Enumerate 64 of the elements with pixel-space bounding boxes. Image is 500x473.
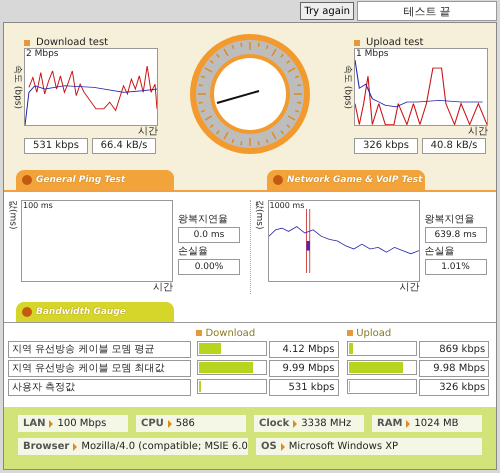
- info-value: 3338 MHz: [301, 418, 352, 429]
- axis-label: 1 Mbps: [356, 49, 388, 59]
- status-field: 테스트 끝: [357, 1, 497, 21]
- axis-label: 100 ms: [23, 201, 53, 210]
- section-tab[interactable]: Bandwidth Gauge: [16, 302, 174, 322]
- table-cell: 326 kbps: [419, 379, 490, 396]
- triangle-icon: [168, 420, 172, 428]
- info-label: OS: [261, 441, 277, 452]
- info-value: Mozilla/4.0 (compatible; MSIE 6.0: [81, 441, 248, 452]
- value-box: 531 kbps: [24, 138, 88, 154]
- triangle-icon: [406, 420, 410, 428]
- stat-label: 왕복지연율: [178, 213, 229, 226]
- info-value: 1024 MB: [414, 418, 459, 429]
- info-label: CPU: [141, 418, 164, 429]
- column-header: Upload: [347, 328, 492, 338]
- retry-button[interactable]: Try again: [300, 2, 354, 20]
- bullet-icon: [347, 330, 354, 336]
- value-box: 639.8 ms: [424, 227, 486, 243]
- table-cell: 869 kbps: [419, 341, 490, 358]
- axis-label: 시간: [153, 282, 173, 294]
- bullet-icon: [196, 330, 202, 336]
- axis-label: 시간: [138, 126, 158, 138]
- triangle-icon: [49, 420, 54, 428]
- axis-label: 값(ms): [254, 200, 265, 230]
- axis-label: 속도 (bps): [342, 64, 354, 111]
- axis-label: 1000 ms: [270, 201, 304, 210]
- table-cell: 사용자 측정값: [8, 379, 190, 396]
- bullet-icon: [24, 40, 30, 46]
- table-cell: 531 kbps: [268, 379, 338, 396]
- triangle-icon: [280, 442, 285, 450]
- table-cell: 9.98 Mbps: [419, 360, 490, 377]
- value-box: 0.0 ms: [178, 227, 240, 243]
- stat-label: 손실율: [424, 245, 456, 258]
- axis-label: 시간: [400, 282, 420, 294]
- value-box: 1.01%: [424, 259, 486, 275]
- axis-label: 2 Mbps: [26, 49, 58, 59]
- axis-label: 시간: [468, 126, 488, 138]
- value-box: 66.4 kB/s: [92, 138, 156, 154]
- info-label: LAN: [23, 418, 46, 429]
- section-tab[interactable]: Network Game & VoIP Test: [267, 170, 425, 190]
- info-label: Browser: [23, 441, 70, 452]
- stat-label: 왕복지연율: [424, 213, 476, 226]
- axis-label: 값(ms): [7, 200, 18, 230]
- stat-label: 손실율: [178, 245, 209, 258]
- table-cell: 지역 유선방송 케이블 모뎀 평균: [8, 341, 190, 358]
- info-label: Clock: [259, 418, 290, 429]
- value-box: 40.8 kB/s: [422, 138, 486, 154]
- panel-title: Upload test: [342, 37, 488, 48]
- value-box: 0.00%: [178, 259, 240, 275]
- info-value: 100 Mbps: [57, 418, 106, 429]
- info-value: Microsoft Windows XP: [288, 441, 398, 452]
- section-tab[interactable]: General Ping Test: [16, 170, 174, 190]
- panel-title: Download test: [12, 37, 158, 48]
- info-value: 586: [176, 418, 195, 429]
- column-header: Download: [196, 328, 342, 338]
- table-cell: 지역 유선방송 케이블 모뎀 최대값: [8, 360, 190, 377]
- triangle-icon: [293, 420, 298, 428]
- info-label: RAM: [377, 418, 402, 429]
- bullet-icon: [354, 40, 360, 46]
- table-cell: 9.99 Mbps: [268, 360, 338, 377]
- table-cell: 4.12 Mbps: [268, 341, 338, 358]
- value-box: 326 kbps: [354, 138, 418, 154]
- triangle-icon: [73, 442, 78, 450]
- axis-label: 속도 (bps): [12, 64, 24, 111]
